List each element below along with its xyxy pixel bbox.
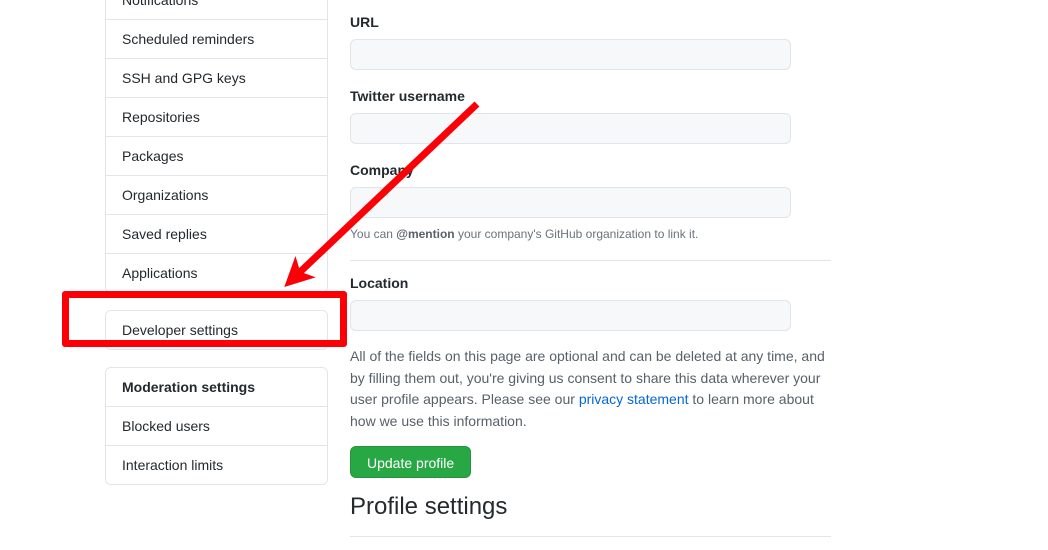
sidebar-item-blocked-users[interactable]: Blocked users: [106, 406, 327, 445]
update-profile-button[interactable]: Update profile: [350, 445, 472, 478]
account-nav-group: Notifications Scheduled reminders SSH an…: [105, 0, 328, 293]
sidebar-item-ssh-and-gpg-keys[interactable]: SSH and GPG keys: [106, 58, 327, 97]
profile-form: URL Twitter username Company You can @me…: [350, 0, 832, 478]
sidebar-item-organizations[interactable]: Organizations: [106, 175, 327, 214]
privacy-statement-link[interactable]: privacy statement: [579, 391, 689, 407]
sidebar-item-packages[interactable]: Packages: [106, 136, 327, 175]
url-label: URL: [350, 14, 379, 30]
profile-settings-heading: Profile settings: [350, 493, 508, 520]
sidebar-item-applications[interactable]: Applications: [106, 253, 327, 292]
sidebar-item-developer-settings[interactable]: Developer settings: [106, 311, 327, 349]
sidebar-item-saved-replies[interactable]: Saved replies: [106, 214, 327, 253]
company-note-mention: @mention: [396, 227, 455, 241]
url-input[interactable]: [350, 39, 791, 70]
moderation-nav-group: Moderation settings Blocked users Intera…: [105, 367, 328, 485]
company-help-text: You can @mention your company's GitHub o…: [350, 225, 832, 243]
company-input[interactable]: [350, 187, 791, 218]
location-input[interactable]: [350, 300, 791, 331]
developer-nav-group: Developer settings: [105, 310, 328, 350]
url-field-group: URL: [350, 0, 832, 70]
company-note-prefix: You can: [350, 227, 397, 241]
sidebar-item-interaction-limits[interactable]: Interaction limits: [106, 445, 327, 484]
company-label: Company: [350, 162, 414, 178]
company-note-suffix: your company's GitHub organization to li…: [454, 227, 699, 241]
sidebar-item-notifications[interactable]: Notifications: [106, 0, 327, 19]
location-field-group: Location: [350, 261, 832, 331]
profile-settings-section: Profile settings: [350, 495, 832, 537]
twitter-username-label: Twitter username: [350, 88, 465, 104]
consent-text: All of the fields on this page are optio…: [350, 346, 825, 433]
twitter-username-input[interactable]: [350, 113, 791, 144]
sidebar-item-scheduled-reminders[interactable]: Scheduled reminders: [106, 19, 327, 58]
location-label: Location: [350, 275, 409, 291]
company-field-group: Company You can @mention your company's …: [350, 163, 832, 243]
twitter-field-group: Twitter username: [350, 89, 832, 144]
sidebar-header-moderation-settings: Moderation settings: [106, 368, 327, 406]
sidebar-item-repositories[interactable]: Repositories: [106, 97, 327, 136]
profile-settings-rule: [350, 536, 831, 537]
settings-sidebar: Notifications Scheduled reminders SSH an…: [105, 0, 328, 485]
